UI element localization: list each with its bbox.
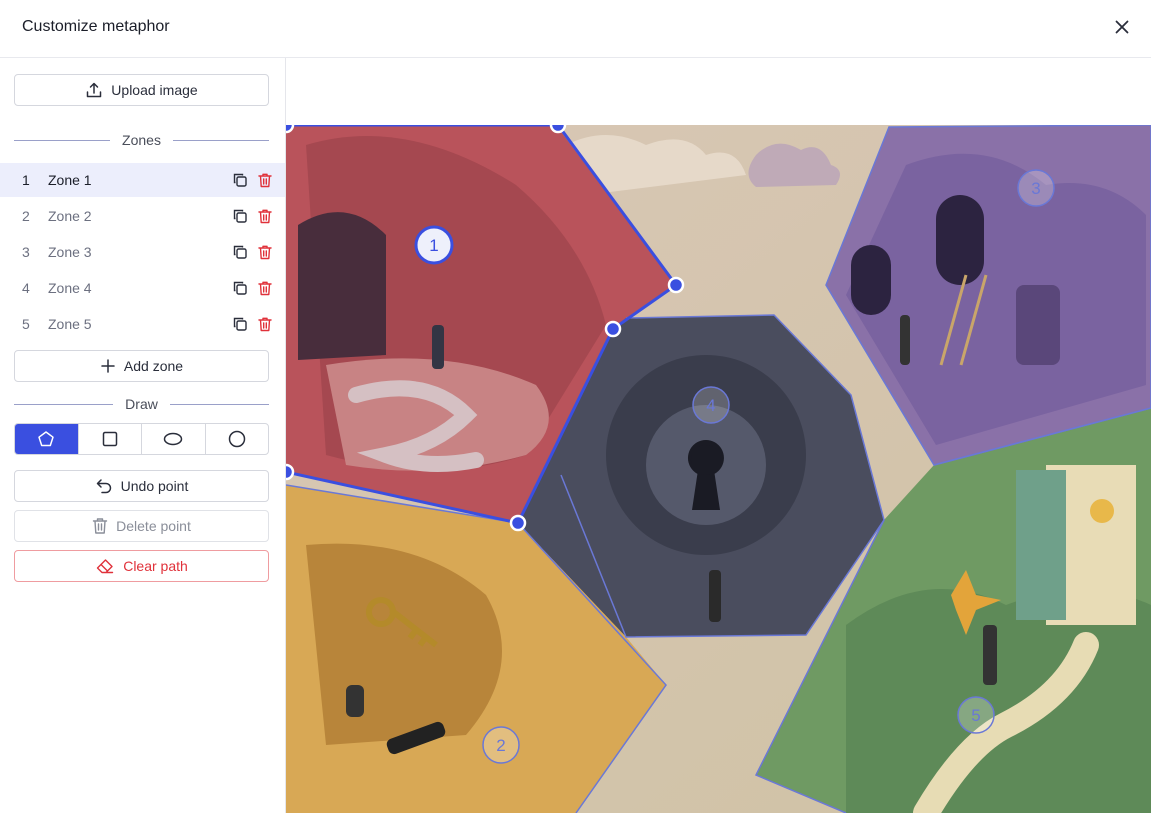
eraser-icon: [97, 559, 114, 574]
zone-row[interactable]: 4 Zone 4: [0, 271, 285, 305]
vertex-handle[interactable]: [549, 125, 567, 134]
zone-marker-1-label: 1: [429, 236, 438, 255]
zone-name: Zone 4: [48, 280, 92, 296]
add-zone-button[interactable]: Add zone: [14, 350, 269, 382]
figure-zone-2: [346, 685, 364, 717]
zone-name: Zone 3: [48, 244, 92, 260]
dialog-title: Customize metaphor: [22, 18, 170, 35]
polygon-tool-button[interactable]: [15, 424, 78, 454]
vertex-handle[interactable]: [604, 320, 622, 338]
delete-zone-icon[interactable]: [257, 172, 273, 188]
draw-heading: Draw: [125, 396, 158, 412]
duplicate-icon[interactable]: [232, 244, 248, 260]
metaphor-image[interactable]: 1 2 3 4 5: [286, 125, 1151, 813]
keyhole-icon: [690, 445, 721, 475]
zone-number: 4: [22, 280, 30, 296]
trash-icon: [92, 518, 108, 534]
image-canvas[interactable]: 1 2 3 4 5: [286, 58, 1151, 813]
divider: [14, 403, 114, 405]
undo-icon: [96, 479, 111, 494]
vertex-handle[interactable]: [286, 463, 295, 481]
plus-icon: [101, 359, 115, 373]
clear-path-button[interactable]: Clear path: [14, 550, 269, 582]
clear-path-label: Clear path: [123, 558, 188, 574]
zone-marker-5-label: 5: [971, 706, 980, 725]
zone-name: Zone 1: [48, 172, 92, 188]
zone-row[interactable]: 3 Zone 3: [0, 235, 285, 269]
figure-zone-5: [983, 625, 997, 685]
vertex-handle[interactable]: [509, 514, 527, 532]
zone-marker-5[interactable]: 5: [957, 696, 995, 734]
delete-zone-icon[interactable]: [257, 208, 273, 224]
zone-marker-2[interactable]: 2: [482, 726, 520, 764]
divider: [14, 139, 111, 141]
pentagon-icon: [38, 431, 54, 447]
zone-marker-3[interactable]: 3: [1017, 169, 1055, 207]
circle-icon: [228, 430, 245, 448]
divider: [172, 139, 270, 141]
divider: [169, 403, 270, 405]
zones-heading: Zones: [122, 132, 161, 148]
door-opening: [936, 195, 984, 285]
ellipse-tool-button[interactable]: [141, 424, 205, 454]
zone-number: 2: [22, 208, 30, 224]
upload-icon: [87, 82, 102, 98]
delete-point-button[interactable]: Delete point: [14, 510, 269, 542]
figure-zone-3: [900, 315, 910, 365]
zone-marker-4-label: 4: [706, 396, 715, 415]
door-opening: [1016, 285, 1060, 365]
zone-number: 5: [22, 316, 30, 332]
figure-zone-4: [709, 570, 721, 622]
ellipse-icon: [164, 432, 183, 446]
door-opening: [851, 245, 891, 315]
undo-point-button[interactable]: Undo point: [14, 470, 269, 502]
undo-point-label: Undo point: [120, 478, 189, 494]
duplicate-icon[interactable]: [232, 172, 248, 188]
zones-section-heading: Zones: [14, 130, 270, 150]
delete-point-label: Delete point: [116, 518, 191, 534]
rectangle-tool-button[interactable]: [77, 424, 142, 454]
duplicate-icon[interactable]: [232, 208, 248, 224]
delete-zone-icon[interactable]: [257, 316, 273, 332]
delete-zone-icon[interactable]: [257, 280, 273, 296]
zone-number: 1: [22, 172, 30, 188]
zone-row[interactable]: 5 Zone 5: [0, 307, 285, 341]
duplicate-icon[interactable]: [232, 280, 248, 296]
open-door: [1016, 470, 1066, 620]
add-zone-label: Add zone: [123, 358, 184, 374]
square-icon: [102, 431, 117, 447]
zone-name: Zone 2: [48, 208, 92, 224]
zone-marker-2-label: 2: [496, 736, 505, 755]
sidebar: Upload image Zones 1 Zone 1 2 Zone 2 3 Zone 3…: [0, 58, 286, 813]
zone-name: Zone 5: [48, 316, 92, 332]
sun: [1090, 499, 1114, 523]
circle-tool-button[interactable]: [204, 424, 269, 454]
draw-section-heading: Draw: [14, 394, 270, 414]
zone-marker-3-label: 3: [1031, 179, 1040, 198]
zone-marker-4[interactable]: 4: [692, 386, 730, 424]
close-icon[interactable]: [1110, 15, 1134, 39]
vertex-handle[interactable]: [667, 276, 685, 294]
zone-row[interactable]: 2 Zone 2: [0, 199, 285, 233]
upload-image-label: Upload image: [111, 82, 198, 98]
zone-row[interactable]: 1 Zone 1: [0, 163, 285, 197]
delete-zone-icon[interactable]: [257, 244, 273, 260]
upload-image-button[interactable]: Upload image: [14, 74, 269, 106]
zone-number: 3: [22, 244, 30, 260]
dialog-header: Customize metaphor: [0, 0, 1151, 58]
draw-tool-group: [14, 423, 269, 455]
duplicate-icon[interactable]: [232, 316, 248, 332]
zone-marker-1[interactable]: 1: [414, 225, 454, 265]
